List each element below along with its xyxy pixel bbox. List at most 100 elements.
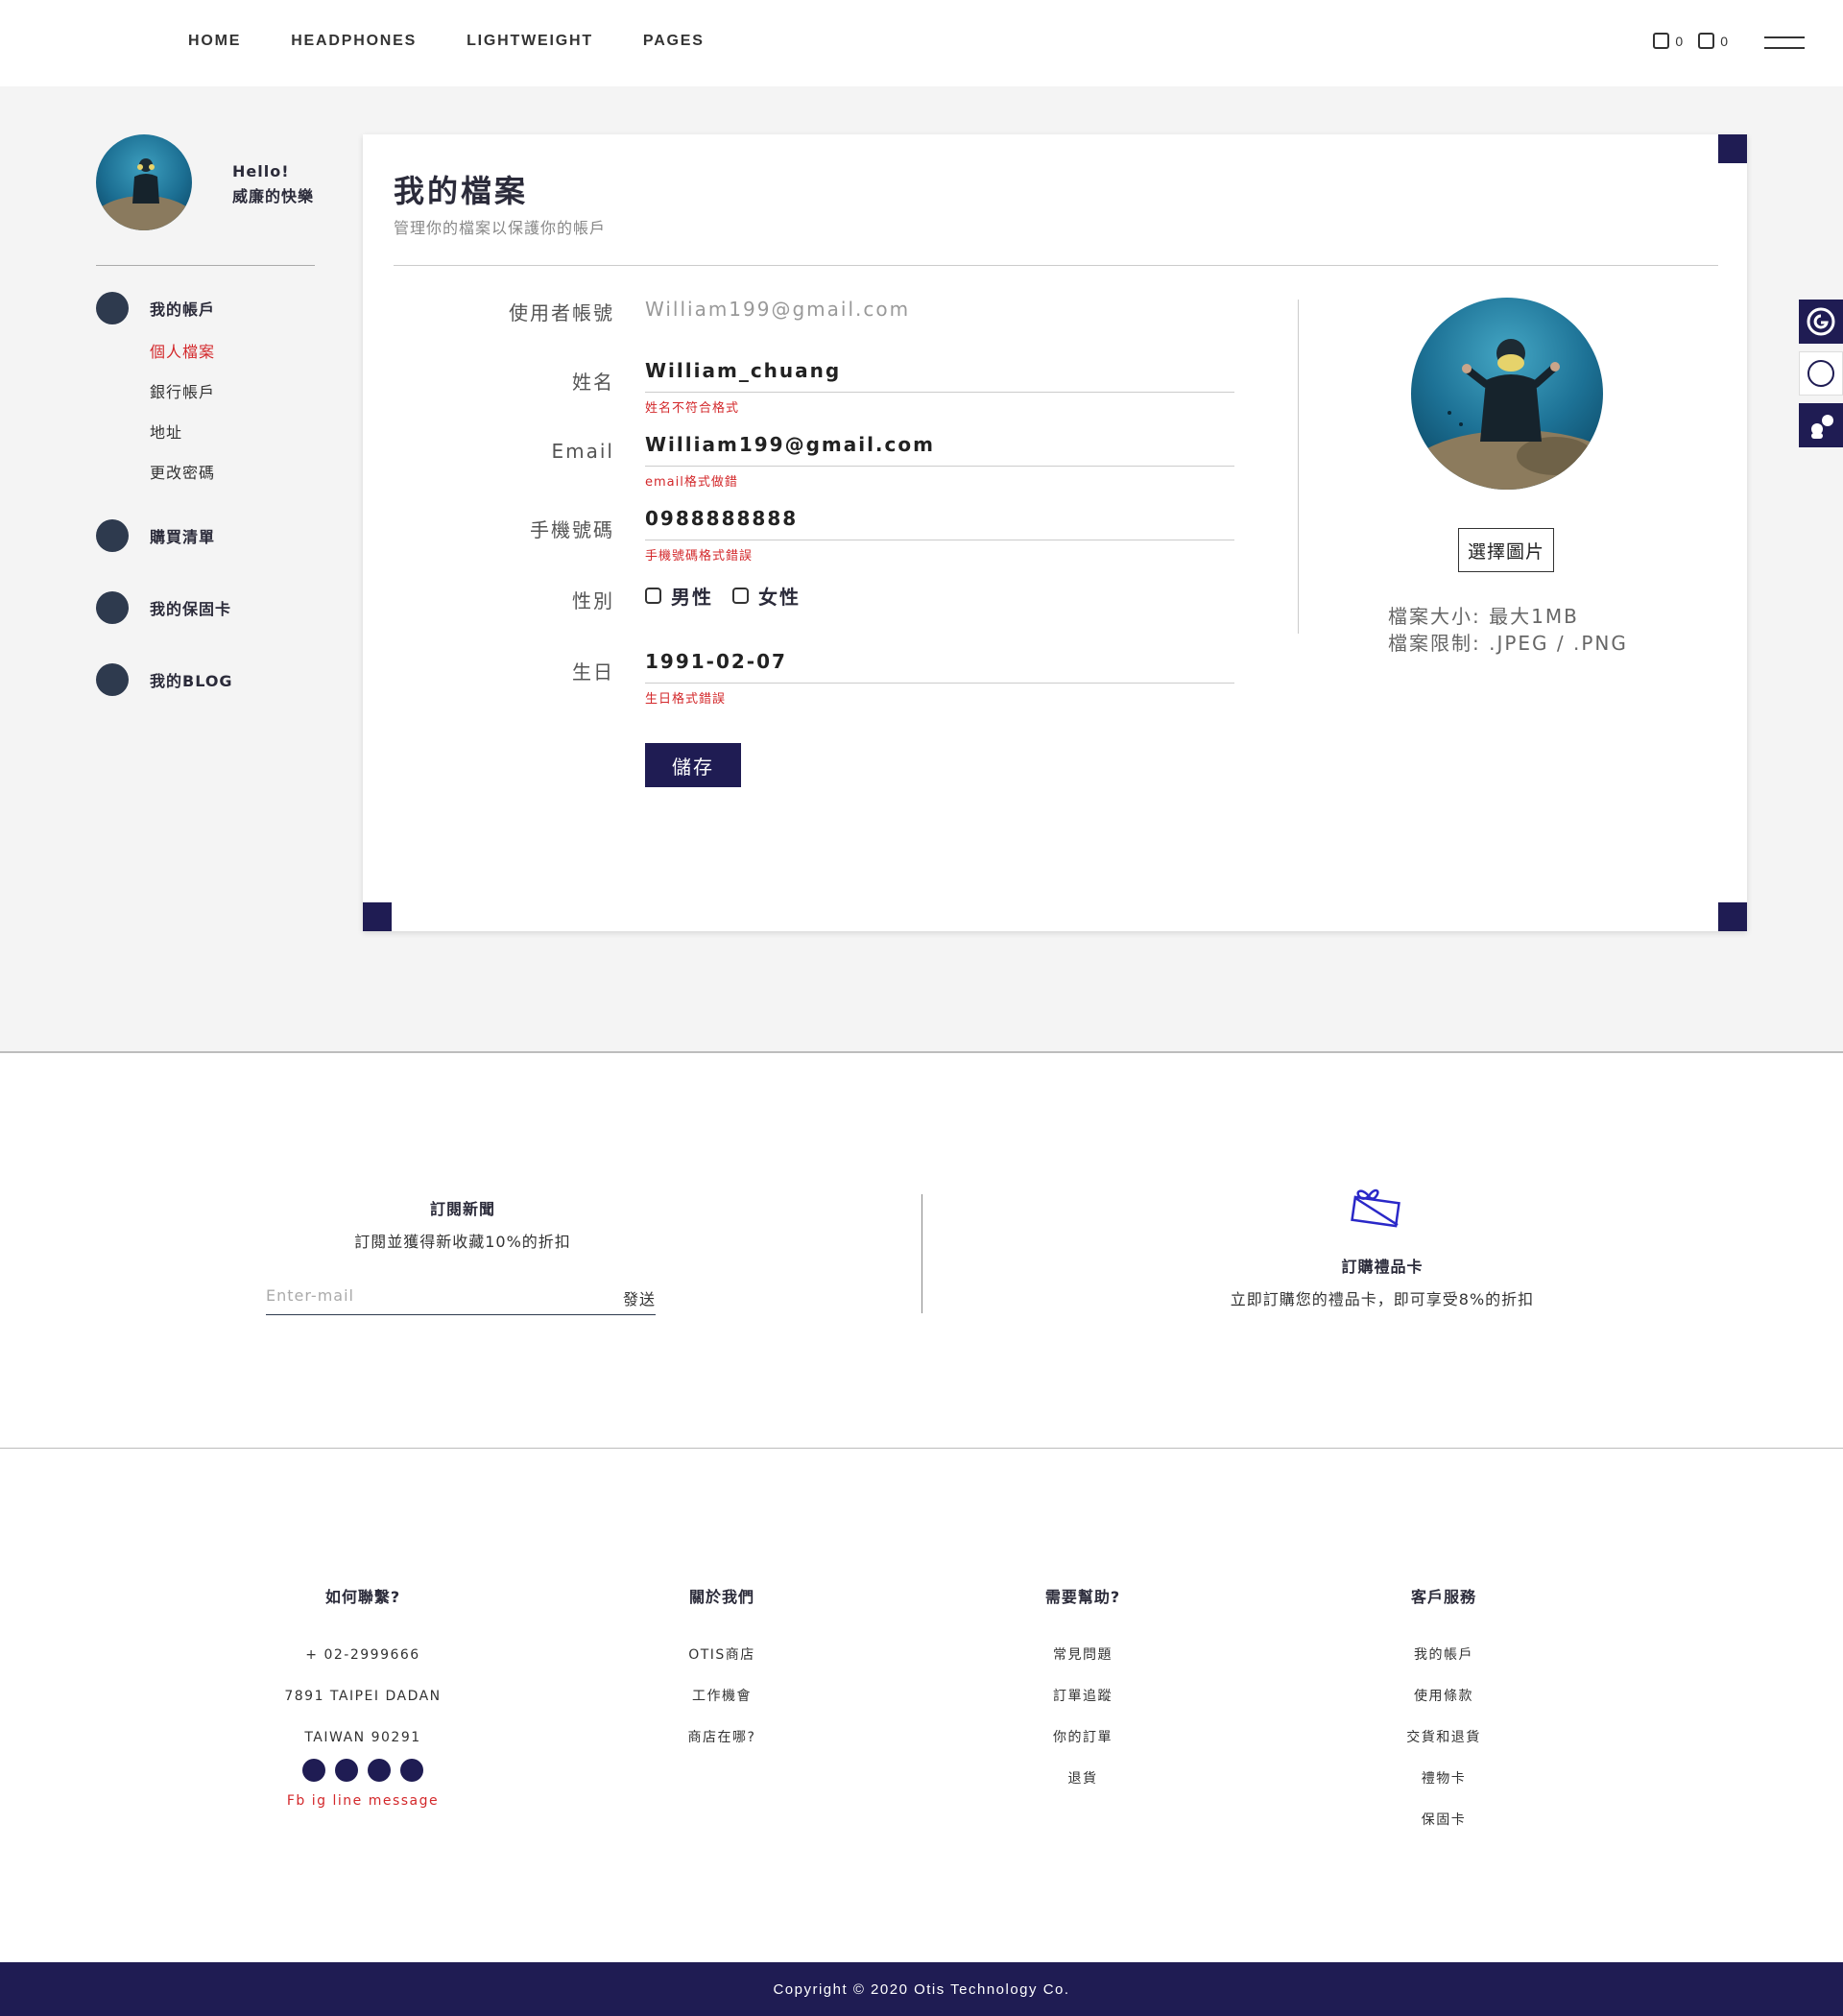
greeting-username: 威廉的快樂 — [232, 187, 315, 205]
birthday-field[interactable]: 1991-02-07 — [645, 650, 787, 673]
greeting-hello: Hello! — [232, 162, 290, 180]
page-subtitle: 管理你的檔案以保護你的帳戶 — [394, 219, 607, 237]
sidebar-item-label: 我的BLOG — [150, 672, 233, 690]
newsletter-title: 訂閱新聞 — [429, 1200, 495, 1218]
email-error: email格式做錯 — [645, 475, 738, 490]
name-underline — [645, 392, 1234, 393]
social-links — [219, 1759, 507, 1782]
footer-link[interactable]: 交貨和退貨 — [1300, 1728, 1588, 1769]
sidebar-item-blog[interactable]: 我的BLOG — [96, 663, 233, 696]
save-button[interactable]: 儲存 — [645, 743, 741, 787]
choose-image-button[interactable]: 選擇圖片 — [1458, 528, 1554, 572]
nav-lightweight[interactable]: LIGHTWEIGHT — [467, 33, 593, 50]
email-field[interactable]: William199@gmail.com — [645, 433, 935, 456]
file-type-note: 檔案限制: .JPEG / .PNG — [1388, 632, 1628, 655]
footer-contact-title: 如何聯繫? — [324, 1588, 401, 1606]
email-underline — [645, 466, 1234, 467]
name-label: 姓名 — [572, 371, 614, 394]
profile-card: 我的檔案 管理你的檔案以保護你的帳戶 使用者帳號 William199@gmai… — [363, 134, 1747, 931]
name-field[interactable]: William_chuang — [645, 359, 841, 382]
copyright-bar: Copyright © 2020 Otis Technology Co. — [0, 1962, 1843, 2016]
sidebar-avatar — [96, 134, 192, 230]
orders-icon — [96, 519, 129, 552]
profile-avatar — [1411, 298, 1603, 490]
message-icon[interactable] — [400, 1759, 423, 1782]
main-nav: HOME HEADPHONES LIGHTWEIGHT PAGES — [188, 33, 705, 50]
form-divider — [1298, 300, 1299, 634]
footer-link[interactable]: 訂單追蹤 — [939, 1687, 1227, 1728]
footer-help: 需要幫助? 常見問題 訂單追蹤 你的訂單 退貨 — [939, 1584, 1227, 1811]
sidebar-item-address[interactable]: 地址 — [150, 420, 182, 443]
chat-person-icon — [1811, 415, 1833, 439]
corner-decoration — [1718, 134, 1747, 163]
footer-link[interactable]: 使用條款 — [1300, 1687, 1588, 1728]
wishlist-button[interactable]: 0 — [1698, 33, 1728, 49]
footer-link[interactable]: OTIS商店 — [578, 1645, 866, 1687]
greeting: Hello! 威廉的快樂 — [232, 159, 314, 209]
sidebar-item-password[interactable]: 更改密碼 — [150, 460, 215, 483]
footer-link[interactable]: 商店在哪? — [578, 1728, 866, 1769]
circle-button[interactable] — [1799, 351, 1843, 396]
male-checkbox[interactable] — [645, 588, 661, 604]
nav-headphones[interactable]: HEADPHONES — [291, 33, 417, 50]
chat-button[interactable] — [1799, 403, 1843, 447]
sidebar-item-label: 我的保固卡 — [150, 600, 232, 618]
name-error: 姓名不符合格式 — [645, 401, 740, 416]
footer-link[interactable]: 退貨 — [939, 1769, 1227, 1811]
footer-link[interactable]: 禮物卡 — [1300, 1769, 1588, 1811]
footer-link[interactable]: 工作機會 — [578, 1687, 866, 1728]
cart-count: 0 — [1675, 33, 1684, 49]
circle-icon — [1807, 360, 1834, 387]
footer-link[interactable]: 保固卡 — [1300, 1811, 1588, 1852]
username-value: William199@gmail.com — [645, 298, 911, 321]
male-label: 男性 — [671, 586, 713, 609]
hamburger-menu-icon[interactable] — [1764, 33, 1805, 52]
instagram-icon[interactable] — [335, 1759, 358, 1782]
sidebar-item-bank[interactable]: 銀行帳戶 — [150, 379, 215, 402]
footer-phone[interactable]: + 02-2999666 — [219, 1645, 507, 1687]
gender-options: 男性 女性 — [645, 582, 810, 610]
wishlist-icon — [1698, 33, 1715, 49]
cart-button[interactable]: 0 — [1653, 33, 1683, 49]
sidebar-item-label: 我的帳戶 — [150, 300, 216, 319]
sidebar-item-label: 購買清單 — [150, 528, 216, 546]
warranty-icon — [96, 591, 129, 624]
footer-service-title: 客戶服務 — [1410, 1588, 1476, 1606]
corner-decoration — [363, 902, 392, 931]
account-icon — [96, 292, 129, 324]
giftcard-title: 訂購禮品卡 — [1341, 1258, 1424, 1276]
phone-error: 手機號碼格式錯誤 — [645, 549, 754, 564]
sidebar-divider — [96, 265, 315, 266]
nav-home[interactable]: HOME — [188, 33, 241, 50]
g-logo-button[interactable] — [1799, 300, 1843, 344]
birthday-underline — [645, 683, 1234, 684]
sidebar-item-warranty[interactable]: 我的保固卡 — [96, 591, 231, 624]
username-label: 使用者帳號 — [509, 301, 614, 324]
corner-decoration — [1718, 902, 1747, 931]
footer-service: 客戶服務 我的帳戶 使用條款 交貨和退貨 禮物卡 保固卡 — [1300, 1584, 1588, 1852]
newsletter-send-button[interactable]: 發送 — [623, 1286, 656, 1309]
sidebar-item-orders[interactable]: 購買清單 — [96, 519, 215, 552]
sidebar-item-account[interactable]: 我的帳戶 — [96, 292, 215, 324]
social-caption: Fb ig line message — [286, 1793, 440, 1809]
site-header: HOME HEADPHONES LIGHTWEIGHT PAGES 0 0 — [0, 0, 1843, 86]
newsletter-email-input[interactable] — [266, 1286, 583, 1305]
footer-link[interactable]: 我的帳戶 — [1300, 1645, 1588, 1687]
phone-label: 手機號碼 — [530, 518, 614, 541]
footer-about-title: 關於我們 — [688, 1588, 754, 1606]
facebook-icon[interactable] — [302, 1759, 325, 1782]
footer-help-title: 需要幫助? — [1044, 1588, 1121, 1606]
nav-pages[interactable]: PAGES — [643, 33, 705, 50]
blog-icon — [96, 663, 129, 696]
cart-icon — [1653, 33, 1670, 49]
sidebar-item-profile[interactable]: 個人檔案 — [150, 339, 215, 362]
footer-link[interactable]: 常見問題 — [939, 1645, 1227, 1687]
female-checkbox[interactable] — [732, 588, 749, 604]
newsletter-subtitle: 訂閱並獲得新收藏10%的折扣 — [354, 1233, 571, 1251]
header-counters: 0 0 — [1653, 33, 1728, 49]
footer-link[interactable]: 你的訂單 — [939, 1728, 1227, 1769]
line-icon[interactable] — [368, 1759, 391, 1782]
gender-label: 性別 — [572, 589, 614, 612]
phone-field[interactable]: 0988888888 — [645, 507, 798, 530]
footer-address-line1: 7891 TAIPEI DADAN — [284, 1689, 442, 1704]
